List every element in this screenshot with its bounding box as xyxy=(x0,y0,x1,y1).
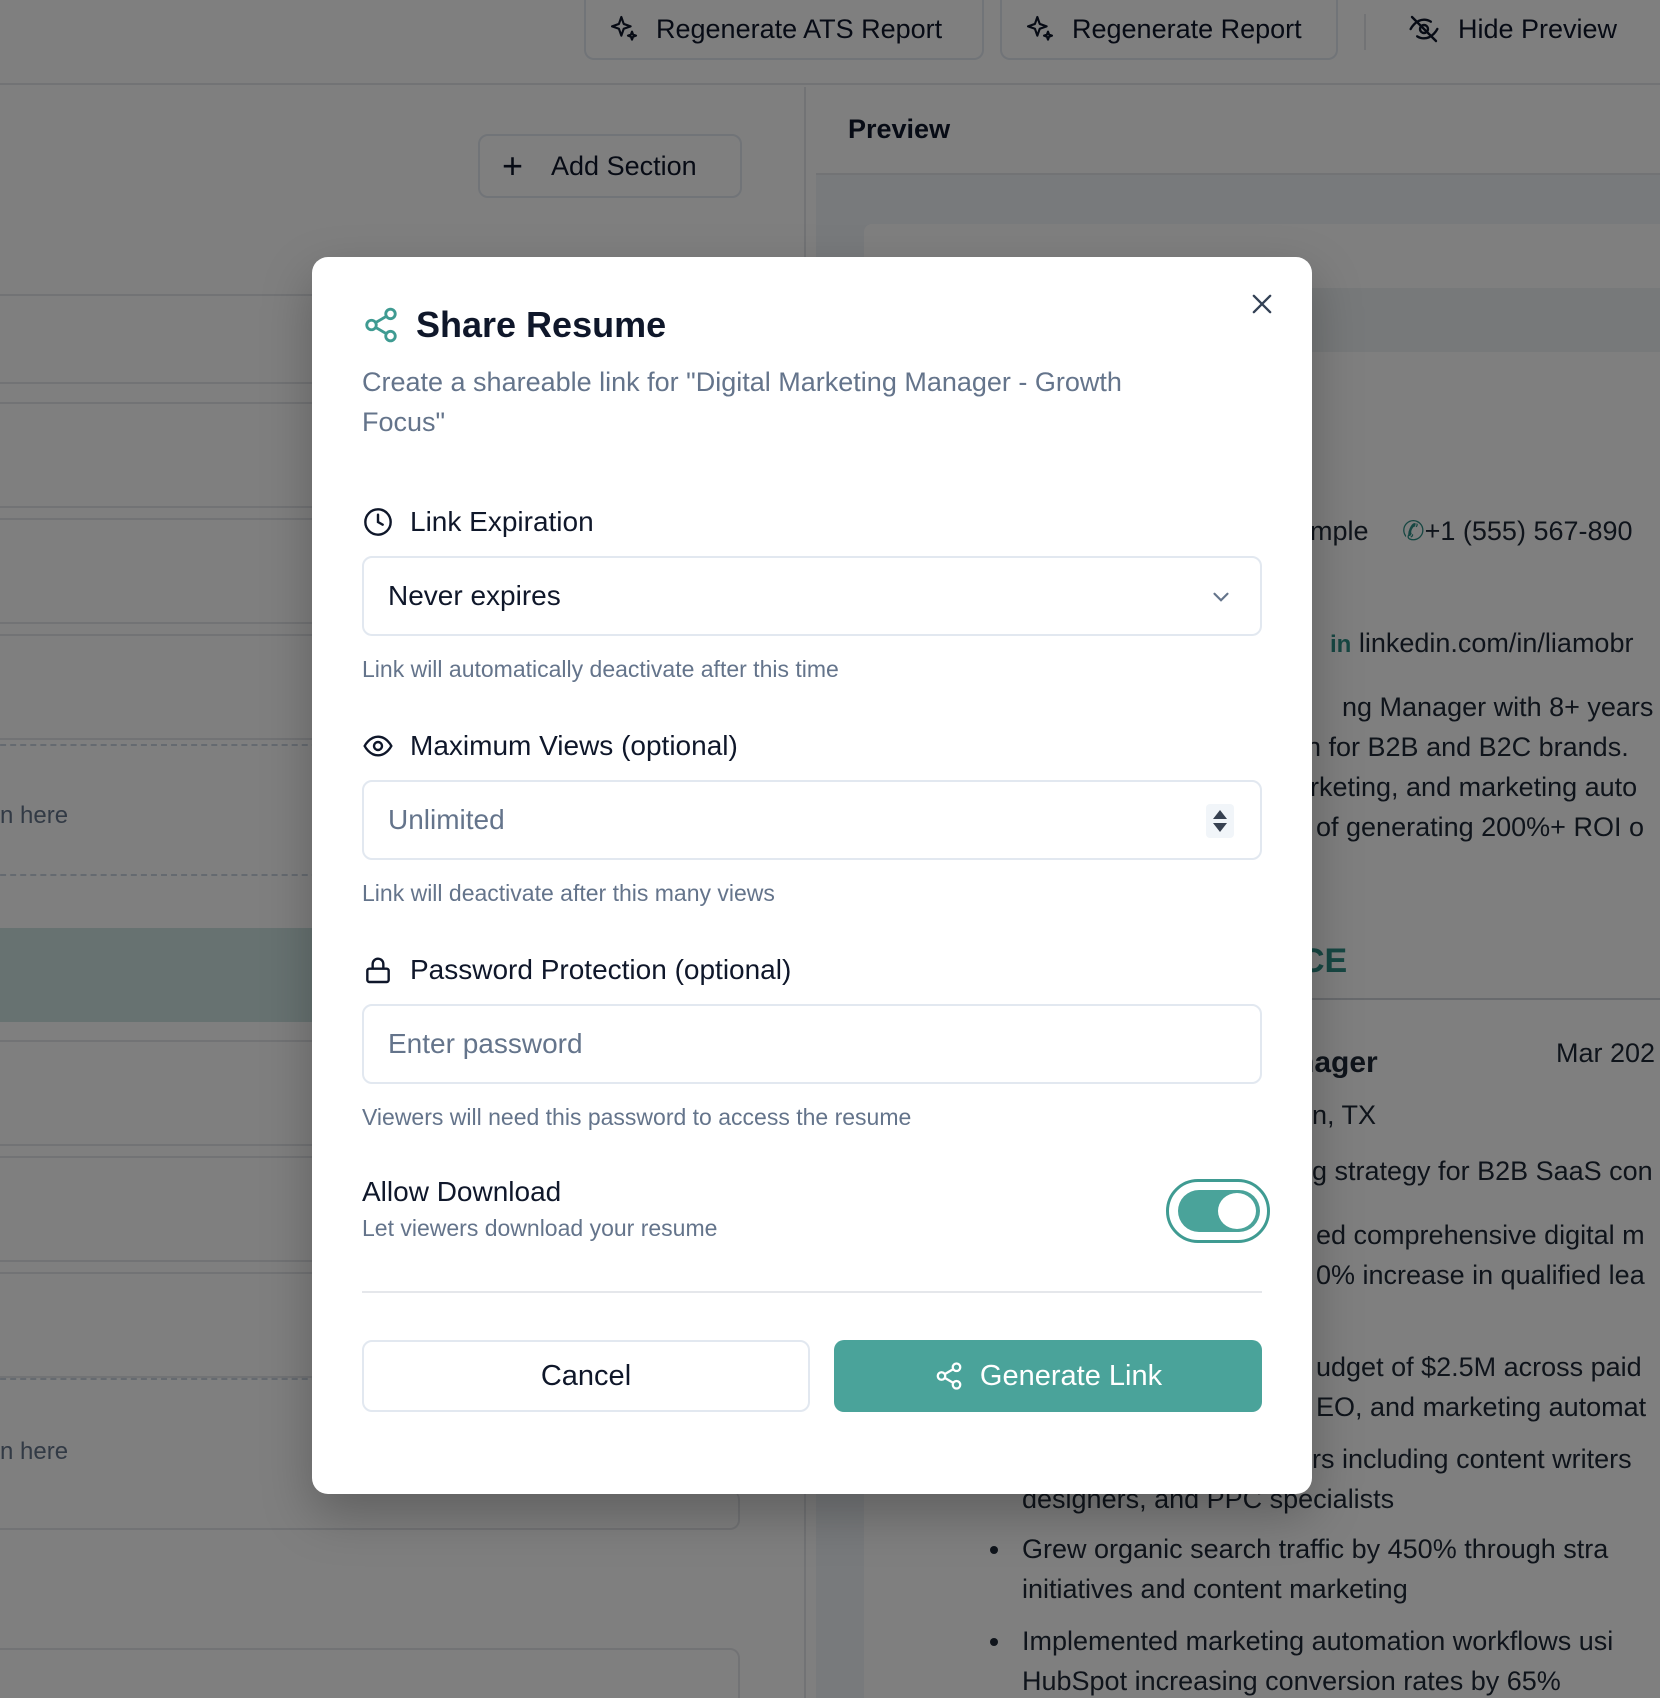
dialog-divider xyxy=(362,1291,1262,1293)
link-expiration-hint: Link will automatically deactivate after… xyxy=(362,656,839,682)
max-views-input[interactable]: Unlimited xyxy=(362,780,1262,860)
dialog-description: Create a shareable link for "Digital Mar… xyxy=(362,367,1122,437)
lock-icon xyxy=(366,957,390,984)
eye-icon xyxy=(363,735,393,757)
password-label-text: Password Protection (optional) xyxy=(410,954,792,985)
link-expiration-label-text: Link Expiration xyxy=(410,506,594,537)
stepper-up-icon[interactable] xyxy=(1213,810,1227,819)
toggle-knob xyxy=(1218,1193,1256,1229)
max-views-label: Maximum Views (optional) xyxy=(362,730,738,762)
allow-download-sublabel: Let viewers download your resume xyxy=(362,1215,718,1241)
share-icon xyxy=(365,307,397,343)
cancel-button[interactable]: Cancel xyxy=(362,1340,810,1412)
max-views-placeholder: Unlimited xyxy=(388,804,505,835)
dialog-header: Share Resume xyxy=(362,304,666,346)
password-input[interactable]: Enter password xyxy=(362,1004,1262,1084)
dialog-title: Share Resume xyxy=(416,304,667,345)
link-expiration-select[interactable]: Never expires xyxy=(362,556,1262,636)
generate-link-label: Generate Link xyxy=(979,1359,1163,1392)
stepper-down-icon[interactable] xyxy=(1213,823,1227,832)
max-views-hint: Link will deactivate after this many vie… xyxy=(362,880,775,906)
link-expiration-label: Link Expiration xyxy=(362,506,594,538)
clock-icon xyxy=(364,508,392,536)
share-resume-dialog xyxy=(312,257,1312,1494)
allow-download-label: Allow Download xyxy=(362,1176,562,1207)
max-views-label-text: Maximum Views (optional) xyxy=(410,730,738,761)
password-label: Password Protection (optional) xyxy=(362,954,791,986)
generate-link-button[interactable]: Generate Link xyxy=(834,1340,1262,1412)
link-expiration-value: Never expires xyxy=(388,580,561,611)
password-placeholder: Enter password xyxy=(388,1028,583,1059)
close-icon[interactable] xyxy=(1248,290,1276,318)
number-stepper[interactable] xyxy=(1206,804,1234,838)
share-icon xyxy=(936,1362,962,1390)
password-hint: Viewers will need this password to acces… xyxy=(362,1104,912,1130)
chevron-down-icon xyxy=(1213,592,1229,602)
